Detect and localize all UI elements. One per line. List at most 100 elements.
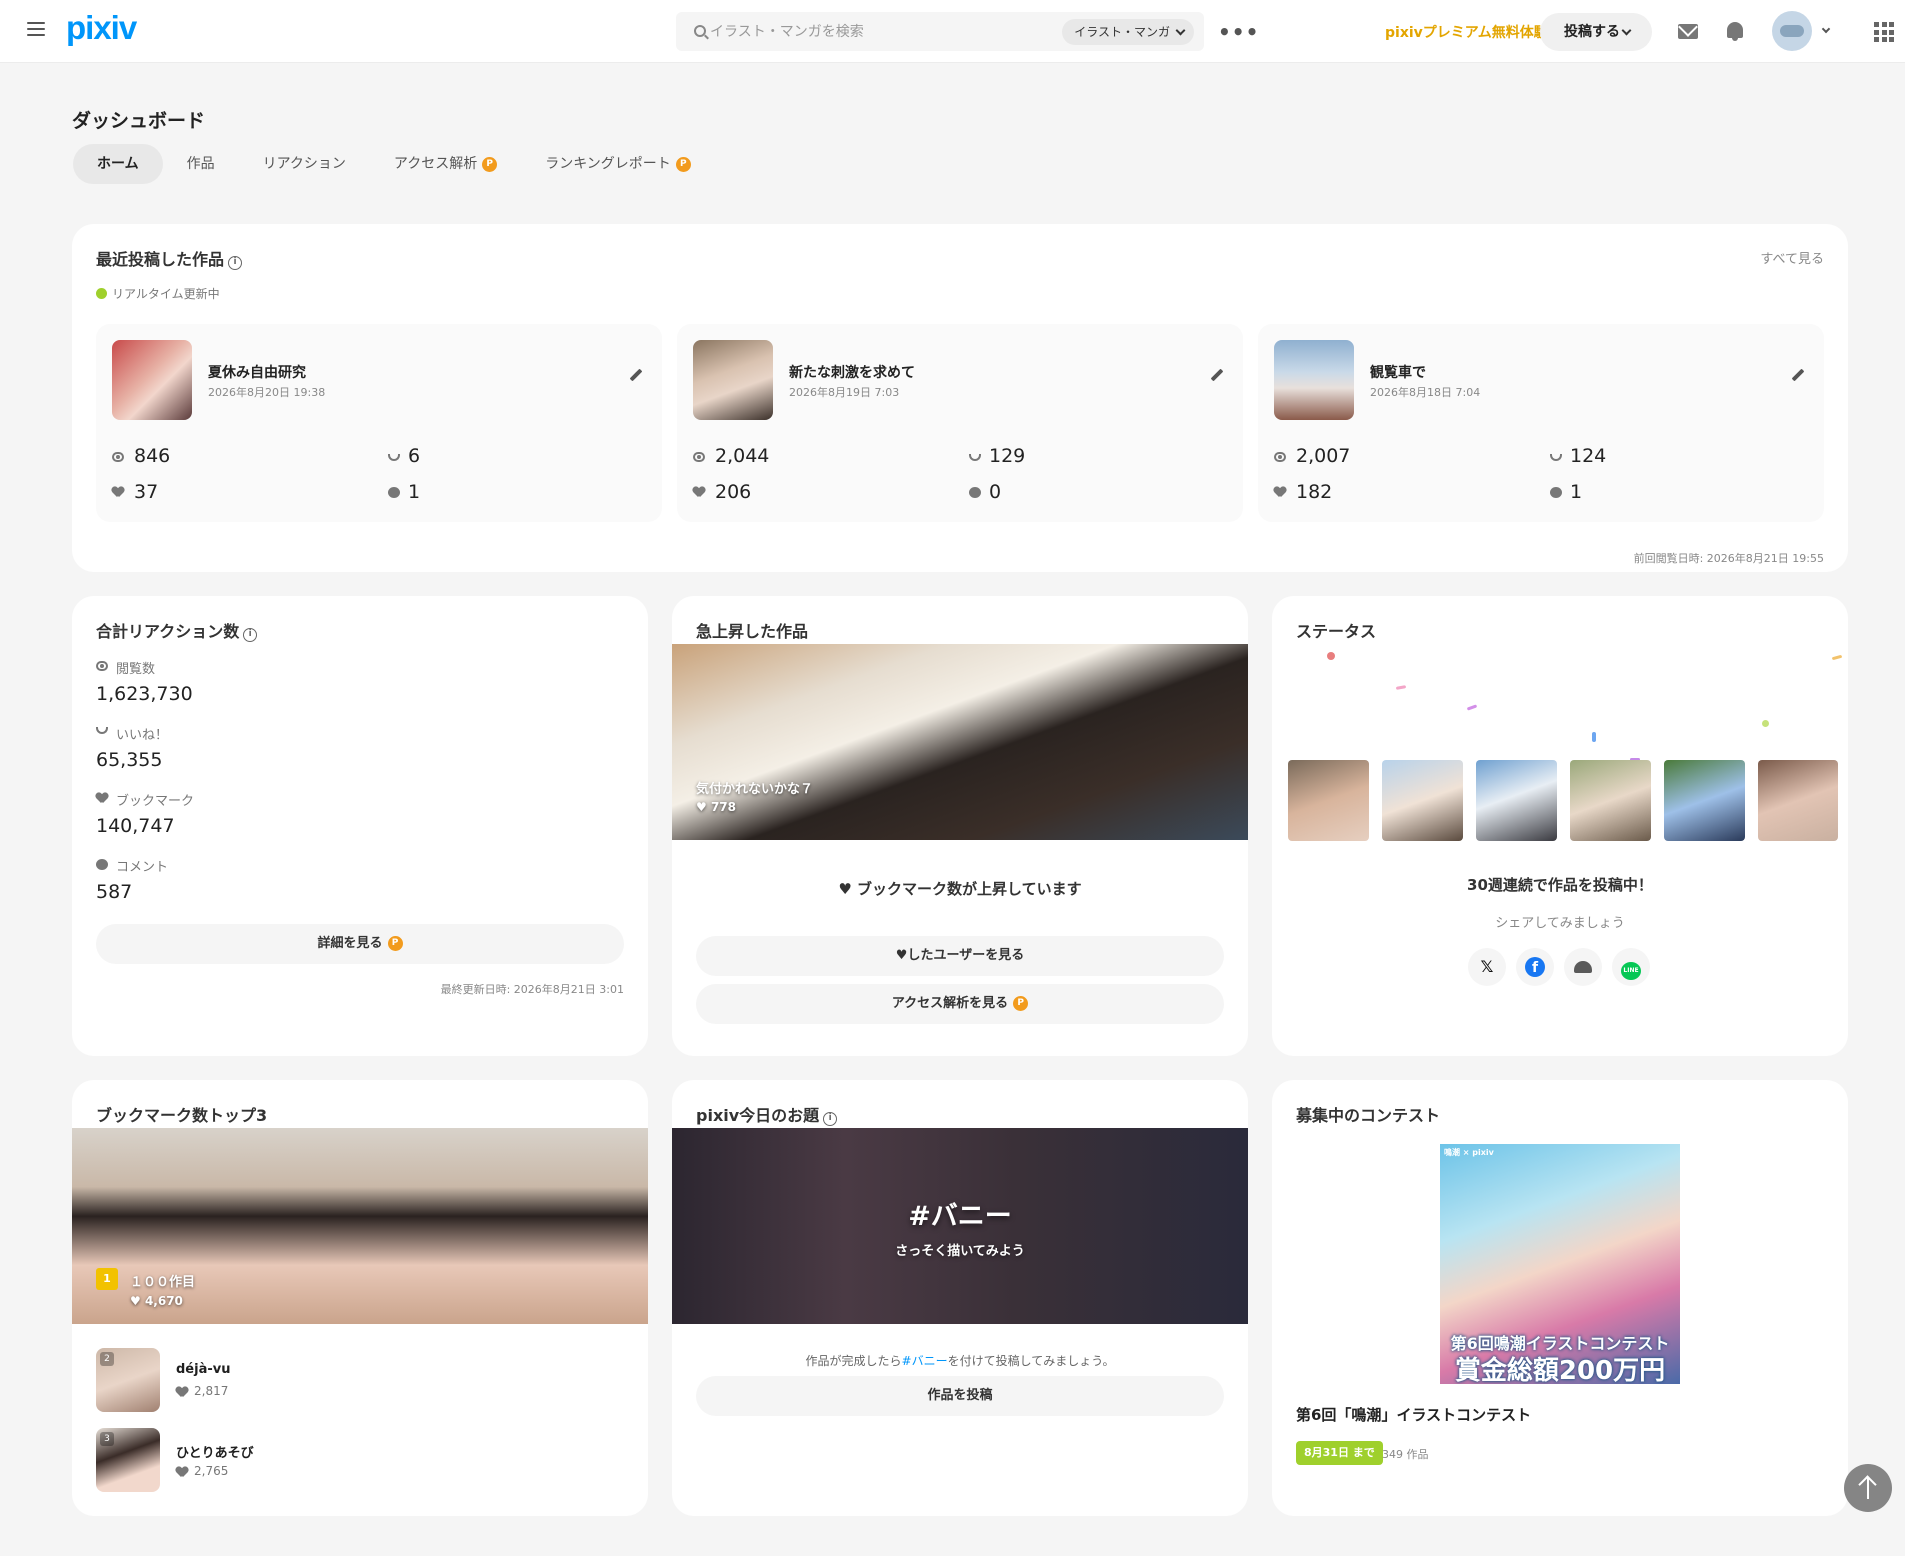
heart-icon [176,1387,188,1398]
work-thumbnail[interactable] [1758,760,1838,841]
top-work-likes: ♥ 4,670 [130,1294,183,1308]
heart-icon [112,487,124,498]
contest-name[interactable]: 第6回「鳴潮」イラストコンテスト [1296,1404,1531,1425]
work-thumbnail[interactable] [1274,340,1354,420]
misskey-icon[interactable] [1564,948,1602,986]
more-menu-icon[interactable]: ••• [1218,20,1259,44]
search-input[interactable] [710,12,1030,51]
reaction-bookmarks: ブックマーク 140,747 [96,794,195,837]
work-card[interactable]: 夏休み自由研究 2026年8月20日 19:38 846 6 37 1 [96,324,662,522]
work-likes: 2,765 [176,1464,228,1478]
edit-pencil-icon[interactable] [628,368,644,384]
work-card[interactable]: 新たな刺激を求めて 2026年8月19日 7:03 2,044 129 206 … [677,324,1243,522]
view-access-analysis-button[interactable]: アクセス解析を見る P [696,984,1224,1024]
contest-card: 募集中のコンテスト 鳴潮 × pixiv 第6回鳴潮イラストコンテスト 賞金総額… [1272,1080,1848,1516]
edit-pencil-icon[interactable] [1209,368,1225,384]
work-date: 2026年8月19日 7:03 [789,386,900,399]
work-thumbnail[interactable]: 2 [96,1348,160,1412]
theme-tag[interactable]: #バニー [672,1194,1248,1233]
theme-banner[interactable]: #バニー さっそく描いてみよう [672,1128,1248,1324]
card-title: pixiv今日のお題 i [696,1102,838,1126]
chevron-down-icon[interactable] [1821,24,1831,34]
recent-works-card: 最近投稿した作品 i すべて見る リアルタイム更新中 夏休み自由研究 2026年8… [72,224,1848,572]
view-bookmark-users-button[interactable]: ♥したユーザーを見る [696,936,1224,976]
heart-icon [176,1467,188,1478]
hamburger-menu-icon[interactable] [27,22,45,36]
confetti [1831,654,1843,661]
work-thumbnail[interactable] [1476,760,1557,841]
work-thumbnail[interactable]: 3 [96,1428,160,1492]
pixiv-logo[interactable]: pixiv [66,9,137,47]
smile-icon [96,727,108,734]
tab-works[interactable]: 作品 [163,144,239,184]
reaction-views: 閲覧数 1,623,730 [96,661,193,705]
last-updated-time: 最終更新日時: 2026年8月21日 3:01 [440,983,624,996]
search-bar[interactable]: イラスト・マンガ [676,12,1204,51]
confetti [1327,652,1335,660]
work-likes: 2,817 [176,1384,228,1398]
contest-banner[interactable]: 鳴潮 × pixiv 第6回鳴潮イラストコンテスト 賞金総額200万円 [1440,1144,1680,1384]
premium-badge-icon: P [387,936,403,951]
view-details-button[interactable]: 詳細を見る P [96,924,624,964]
tab-ranking-report[interactable]: ランキングレポート P [521,144,715,184]
smile-icon [388,454,400,461]
notification-bell-icon[interactable] [1727,22,1743,41]
work-thumbnail[interactable] [693,340,773,420]
work-thumbnail[interactable] [1382,760,1463,841]
total-reactions-card: 合計リアクション数 i 閲覧数 1,623,730 いいね！ 65,355 ブック… [72,596,648,1056]
line-icon[interactable]: LINE [1612,948,1650,986]
post-button[interactable]: 投稿する [1540,13,1652,51]
post-work-button[interactable]: 作品を投稿 [696,1376,1224,1416]
tab-reactions[interactable]: リアクション [239,144,370,184]
top-work-image[interactable]: 1 １００作目 ♥ 4,670 [72,1128,648,1324]
rising-message: ♥ ブックマーク数が上昇しています [838,880,1082,898]
dashboard-tabs: ホーム 作品 リアクション アクセス解析 P ランキングレポート P [73,144,715,184]
work-title[interactable]: déjà-vu [176,1362,230,1377]
info-icon[interactable]: i [243,628,258,642]
views-count: 2,044 [715,445,770,467]
work-title[interactable]: 夏休み自由研究 [208,362,306,382]
work-title[interactable]: 新たな刺激を求めて [789,362,915,382]
bookmarks-count: 37 [134,481,159,503]
facebook-icon[interactable]: f [1516,948,1554,986]
smile-icon [969,454,981,461]
comments-count: 1 [1570,481,1583,503]
comment-icon [96,859,108,870]
top-work-title[interactable]: １００作目 [130,1271,195,1290]
rising-work-title[interactable]: 気付かれないかな７ [696,778,813,797]
rising-work-image[interactable]: 気付かれないかな７ ♥ 778 [672,644,1248,840]
tab-access-analysis[interactable]: アクセス解析 P [370,144,521,184]
work-card[interactable]: 観覧車で 2026年8月18日 7:04 2,007 124 182 1 [1258,324,1824,522]
work-title[interactable]: ひとりあそび [176,1442,254,1461]
see-all-link[interactable]: すべて見る [1760,248,1824,267]
confetti [1395,685,1407,690]
work-date: 2026年8月18日 7:04 [1370,386,1481,399]
work-title[interactable]: 観覧車で [1370,362,1426,382]
message-icon[interactable] [1678,24,1698,39]
search-category-select[interactable]: イラスト・マンガ [1062,19,1194,45]
eye-icon [112,452,124,462]
rising-work-likes: ♥ 778 [696,800,736,814]
work-thumbnail[interactable] [1570,760,1651,841]
scroll-to-top-button[interactable] [1844,1464,1892,1512]
work-thumbnail[interactable] [1288,760,1369,841]
tab-home[interactable]: ホーム [73,144,163,184]
premium-trial-link[interactable]: pixivプレミアム無料体験 [1385,22,1548,42]
info-icon[interactable]: i [228,256,243,270]
realtime-indicator: リアルタイム更新中 [96,285,220,302]
x-icon[interactable]: 𝕏 [1468,948,1506,986]
rank-badge: 3 [100,1432,114,1446]
work-thumbnail[interactable] [112,340,192,420]
confetti [1592,732,1596,742]
heart-icon [693,487,705,498]
card-title: 急上昇した作品 [696,622,809,641]
user-avatar[interactable] [1772,11,1812,51]
edit-pencil-icon[interactable] [1790,368,1806,384]
apps-grid-icon[interactable] [1874,22,1894,42]
comment-icon [388,487,400,498]
status-card: ステータス 30週連続で作品を投稿中！ シェアしてみましょう 𝕏 f LINE [1272,596,1848,1056]
comment-icon [1550,487,1562,498]
reaction-comments: コメント 587 [96,859,169,903]
work-thumbnail[interactable] [1664,760,1745,841]
info-icon[interactable]: i [823,1112,838,1126]
